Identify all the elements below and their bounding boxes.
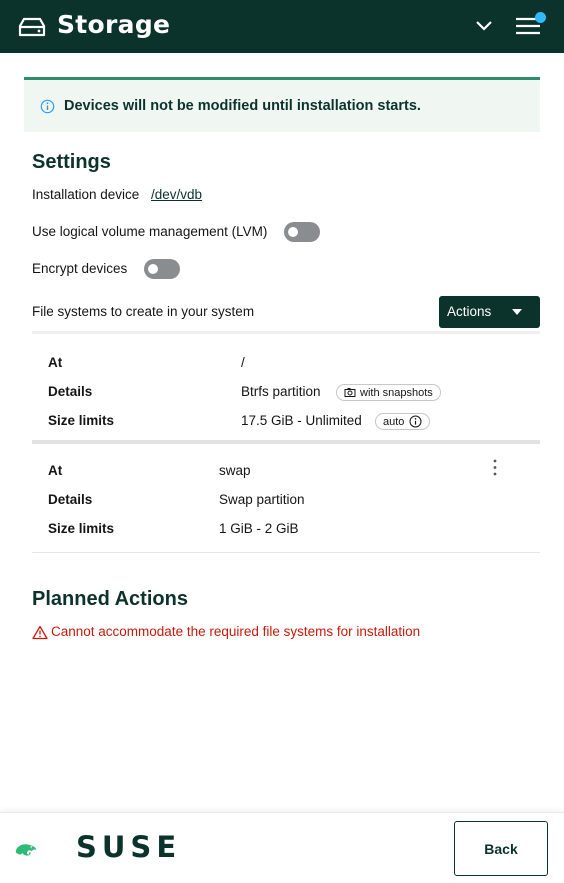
caret-down-icon xyxy=(512,309,522,315)
installation-device-link[interactable]: /dev/vdb xyxy=(151,187,202,202)
chevron-down-icon[interactable] xyxy=(474,17,494,35)
at-key: At xyxy=(48,463,63,478)
planned-actions-title: Planned Actions xyxy=(32,588,188,610)
at-value: / xyxy=(241,355,245,370)
at-value: swap xyxy=(219,463,251,478)
app-header: Storage xyxy=(0,0,564,53)
kebab-menu-icon[interactable] xyxy=(492,459,498,476)
actions-dropdown-button[interactable]: Actions xyxy=(439,296,540,328)
details-key: Details xyxy=(48,384,93,399)
details-value: Btrfs partition xyxy=(241,384,321,399)
suse-logo-text: SUSE xyxy=(76,830,182,864)
size-key: Size limits xyxy=(48,521,115,536)
actions-label: Actions xyxy=(447,304,492,319)
warning-icon xyxy=(32,625,48,640)
notification-dot xyxy=(535,12,546,23)
encrypt-toggle[interactable] xyxy=(144,259,180,279)
filesystems-label: File systems to create in your system xyxy=(32,304,255,319)
details-key: Details xyxy=(48,492,93,507)
installation-device-label: Installation device xyxy=(32,187,140,202)
back-button[interactable]: Back xyxy=(454,821,548,876)
info-alert: Devices will not be modified until insta… xyxy=(24,77,540,132)
error-text: Cannot accommodate the required file sys… xyxy=(51,624,421,639)
at-key: At xyxy=(48,355,63,370)
settings-title: Settings xyxy=(32,151,111,173)
size-value: 1 GiB - 2 GiB xyxy=(219,521,299,536)
lvm-label: Use logical volume management (LVM) xyxy=(32,224,268,239)
filesystem-row-root: At / Details Btrfs partition with snapsh… xyxy=(32,331,540,444)
filesystem-row-swap: At swap Details Swap partition Size limi… xyxy=(32,447,540,553)
details-value: Swap partition xyxy=(219,492,305,507)
size-key: Size limits xyxy=(48,413,115,428)
snapshots-badge: with snapshots xyxy=(336,384,441,401)
auto-badge-label: auto xyxy=(383,415,405,428)
info-icon xyxy=(40,99,55,114)
alert-text: Devices will not be modified until insta… xyxy=(64,98,421,114)
auto-badge[interactable]: auto xyxy=(375,413,431,430)
camera-icon xyxy=(344,388,356,397)
footer: SUSE Back xyxy=(0,812,564,883)
info-icon xyxy=(409,415,422,428)
encrypt-label: Encrypt devices xyxy=(32,261,128,276)
hard-drive-icon xyxy=(18,17,46,37)
size-value: 17.5 GiB - Unlimited xyxy=(241,413,362,428)
suse-chameleon-logo xyxy=(15,844,37,856)
lvm-toggle[interactable] xyxy=(284,222,320,242)
snapshots-badge-label: with snapshots xyxy=(360,386,433,399)
page-title: Storage xyxy=(57,10,171,39)
